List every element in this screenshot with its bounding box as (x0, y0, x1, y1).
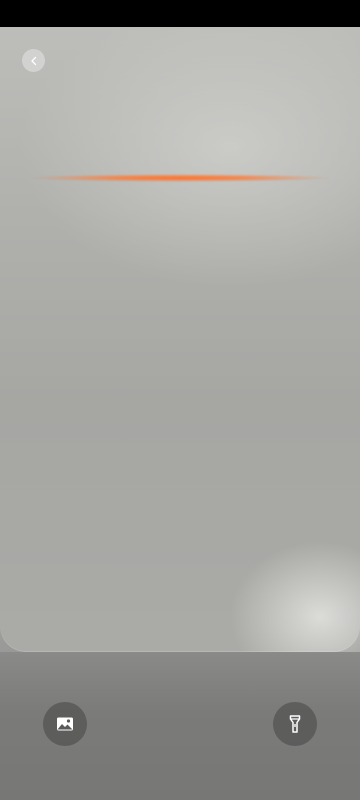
flashlight-button[interactable] (273, 702, 317, 746)
image-icon (56, 716, 74, 732)
flashlight-icon (288, 714, 302, 734)
scan-line (30, 174, 330, 182)
chevron-left-icon (28, 55, 40, 67)
back-button[interactable] (22, 49, 45, 72)
status-bar (0, 0, 360, 27)
gallery-button[interactable] (43, 702, 87, 746)
scan-area (0, 27, 360, 652)
